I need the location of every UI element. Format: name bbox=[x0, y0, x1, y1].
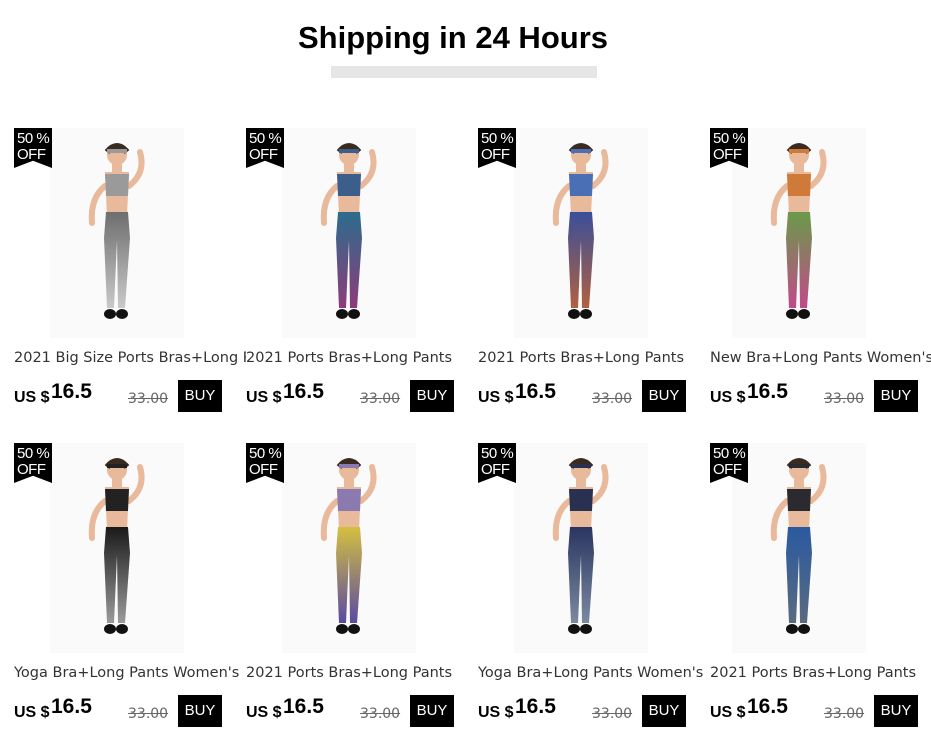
currency-label: US $ bbox=[14, 389, 50, 406]
price-row: US $16.5 33.00 BUY bbox=[14, 380, 246, 412]
product-price: 16.5 bbox=[515, 380, 556, 403]
discount-badge-off: OFF bbox=[17, 146, 46, 163]
discount-badge-off: OFF bbox=[481, 461, 510, 478]
discount-badge-percent: 50 % bbox=[249, 445, 282, 462]
product-name[interactable]: 2021 Ports Bras+Long Pants bbox=[246, 350, 478, 366]
product-image[interactable] bbox=[732, 128, 866, 338]
original-price: 33.00 bbox=[128, 706, 169, 722]
product-image[interactable] bbox=[514, 128, 648, 338]
discount-badge: 50 % OFF bbox=[710, 443, 748, 483]
discount-badge: 50 % OFF bbox=[14, 128, 52, 168]
product-card[interactable]: 50 % OFF 2021 Ports Bras+Long Pants US $16.… bbox=[710, 443, 931, 733]
title-underline bbox=[331, 66, 597, 78]
original-price: 33.00 bbox=[128, 391, 169, 407]
product-name[interactable]: Yoga Bra+Long Pants Women's bbox=[14, 665, 246, 681]
discount-badge: 50 % OFF bbox=[14, 443, 52, 483]
currency-label: US $ bbox=[710, 389, 746, 406]
discount-badge-percent: 50 % bbox=[17, 445, 50, 462]
product-price: 16.5 bbox=[515, 695, 556, 718]
discount-badge-off: OFF bbox=[17, 461, 46, 478]
discount-badge: 50 % OFF bbox=[246, 443, 284, 483]
product-price: 16.5 bbox=[51, 380, 92, 403]
product-image[interactable] bbox=[50, 443, 184, 653]
price-row: US $16.5 33.00 BUY bbox=[478, 380, 710, 412]
product-card[interactable]: 50 % OFF 2021 Ports Bras+Long Pants US $16.… bbox=[478, 128, 710, 418]
original-price: 33.00 bbox=[824, 391, 865, 407]
price-row: US $16.5 33.00 BUY bbox=[246, 695, 478, 727]
product-image-figure bbox=[514, 443, 648, 653]
product-price: 16.5 bbox=[283, 695, 324, 718]
product-card[interactable]: 50 % OFF Yoga Bra+Long Pants Women's US $16… bbox=[478, 443, 710, 733]
buy-button[interactable]: BUY bbox=[642, 695, 686, 727]
discount-badge-percent: 50 % bbox=[713, 445, 746, 462]
currency-label: US $ bbox=[478, 704, 514, 721]
original-price: 33.00 bbox=[592, 706, 633, 722]
buy-button[interactable]: BUY bbox=[178, 380, 222, 412]
price-row: US $16.5 33.00 BUY bbox=[710, 695, 931, 727]
product-name[interactable]: 2021 Ports Bras+Long Pants bbox=[246, 665, 478, 681]
product-name[interactable]: 2021 Big Size Ports Bras+Long Pants bbox=[14, 350, 246, 366]
price-row: US $16.5 33.00 BUY bbox=[14, 695, 246, 727]
product-image-figure bbox=[282, 443, 416, 653]
discount-badge-percent: 50 % bbox=[713, 130, 746, 147]
currency-label: US $ bbox=[710, 704, 746, 721]
product-image-figure bbox=[50, 443, 184, 653]
buy-button[interactable]: BUY bbox=[410, 380, 454, 412]
product-image[interactable] bbox=[514, 443, 648, 653]
product-image[interactable] bbox=[282, 443, 416, 653]
original-price: 33.00 bbox=[360, 706, 401, 722]
currency-label: US $ bbox=[246, 389, 282, 406]
discount-badge: 50 % OFF bbox=[478, 443, 516, 483]
discount-badge: 50 % OFF bbox=[710, 128, 748, 168]
discount-badge-off: OFF bbox=[713, 461, 742, 478]
product-name[interactable]: New Bra+Long Pants Women's bbox=[710, 350, 931, 366]
discount-badge-percent: 50 % bbox=[481, 445, 514, 462]
product-name[interactable]: Yoga Bra+Long Pants Women's bbox=[478, 665, 710, 681]
currency-label: US $ bbox=[246, 704, 282, 721]
product-image[interactable] bbox=[50, 128, 184, 338]
discount-badge-off: OFF bbox=[249, 461, 278, 478]
discount-badge: 50 % OFF bbox=[246, 128, 284, 168]
product-card[interactable]: 50 % OFF Yoga Bra+Long Pants Women's US $16… bbox=[14, 443, 246, 733]
buy-button[interactable]: BUY bbox=[410, 695, 454, 727]
discount-badge: 50 % OFF bbox=[478, 128, 516, 168]
discount-badge-percent: 50 % bbox=[249, 130, 282, 147]
product-card[interactable]: 50 % OFF 2021 Ports Bras+Long Pants US $16.… bbox=[246, 443, 478, 733]
price-row: US $16.5 33.00 BUY bbox=[710, 380, 931, 412]
discount-badge-off: OFF bbox=[713, 146, 742, 163]
original-price: 33.00 bbox=[592, 391, 633, 407]
discount-badge-percent: 50 % bbox=[481, 130, 514, 147]
price-row: US $16.5 33.00 BUY bbox=[246, 380, 478, 412]
discount-badge-off: OFF bbox=[249, 146, 278, 163]
currency-label: US $ bbox=[478, 389, 514, 406]
product-name[interactable]: 2021 Ports Bras+Long Pants bbox=[478, 350, 710, 366]
buy-button[interactable]: BUY bbox=[874, 695, 918, 727]
product-image-figure bbox=[282, 128, 416, 338]
product-price: 16.5 bbox=[283, 380, 324, 403]
buy-button[interactable]: BUY bbox=[874, 380, 918, 412]
product-price: 16.5 bbox=[51, 695, 92, 718]
buy-button[interactable]: BUY bbox=[642, 380, 686, 412]
product-card[interactable]: 50 %OFF 2021 Big Size Ports Bras+Long Pan… bbox=[14, 128, 246, 418]
product-card[interactable]: 50 % OFF New Bra+Long Pants Women's US $16.… bbox=[710, 128, 931, 418]
original-price: 33.00 bbox=[824, 706, 865, 722]
product-image-figure bbox=[732, 443, 866, 653]
buy-button[interactable]: BUY bbox=[178, 695, 222, 727]
price-row: US $16.5 33.00 BUY bbox=[478, 695, 710, 727]
currency-label: US $ bbox=[14, 704, 50, 721]
original-price: 33.00 bbox=[360, 391, 401, 407]
product-name[interactable]: 2021 Ports Bras+Long Pants bbox=[710, 665, 931, 681]
discount-badge-percent: 50 % bbox=[17, 130, 50, 147]
product-image[interactable] bbox=[732, 443, 866, 653]
product-image-figure bbox=[514, 128, 648, 338]
discount-badge-off: OFF bbox=[481, 146, 510, 163]
product-image-figure bbox=[732, 128, 866, 338]
section-title: Shipping in 24 Hours bbox=[297, 20, 608, 55]
product-image-figure bbox=[50, 128, 184, 338]
product-price: 16.5 bbox=[747, 380, 788, 403]
product-price: 16.5 bbox=[747, 695, 788, 718]
product-card[interactable]: 50 % OFF 2021 Ports Bras+Long Pants US $16.… bbox=[246, 128, 478, 418]
product-image[interactable] bbox=[282, 128, 416, 338]
